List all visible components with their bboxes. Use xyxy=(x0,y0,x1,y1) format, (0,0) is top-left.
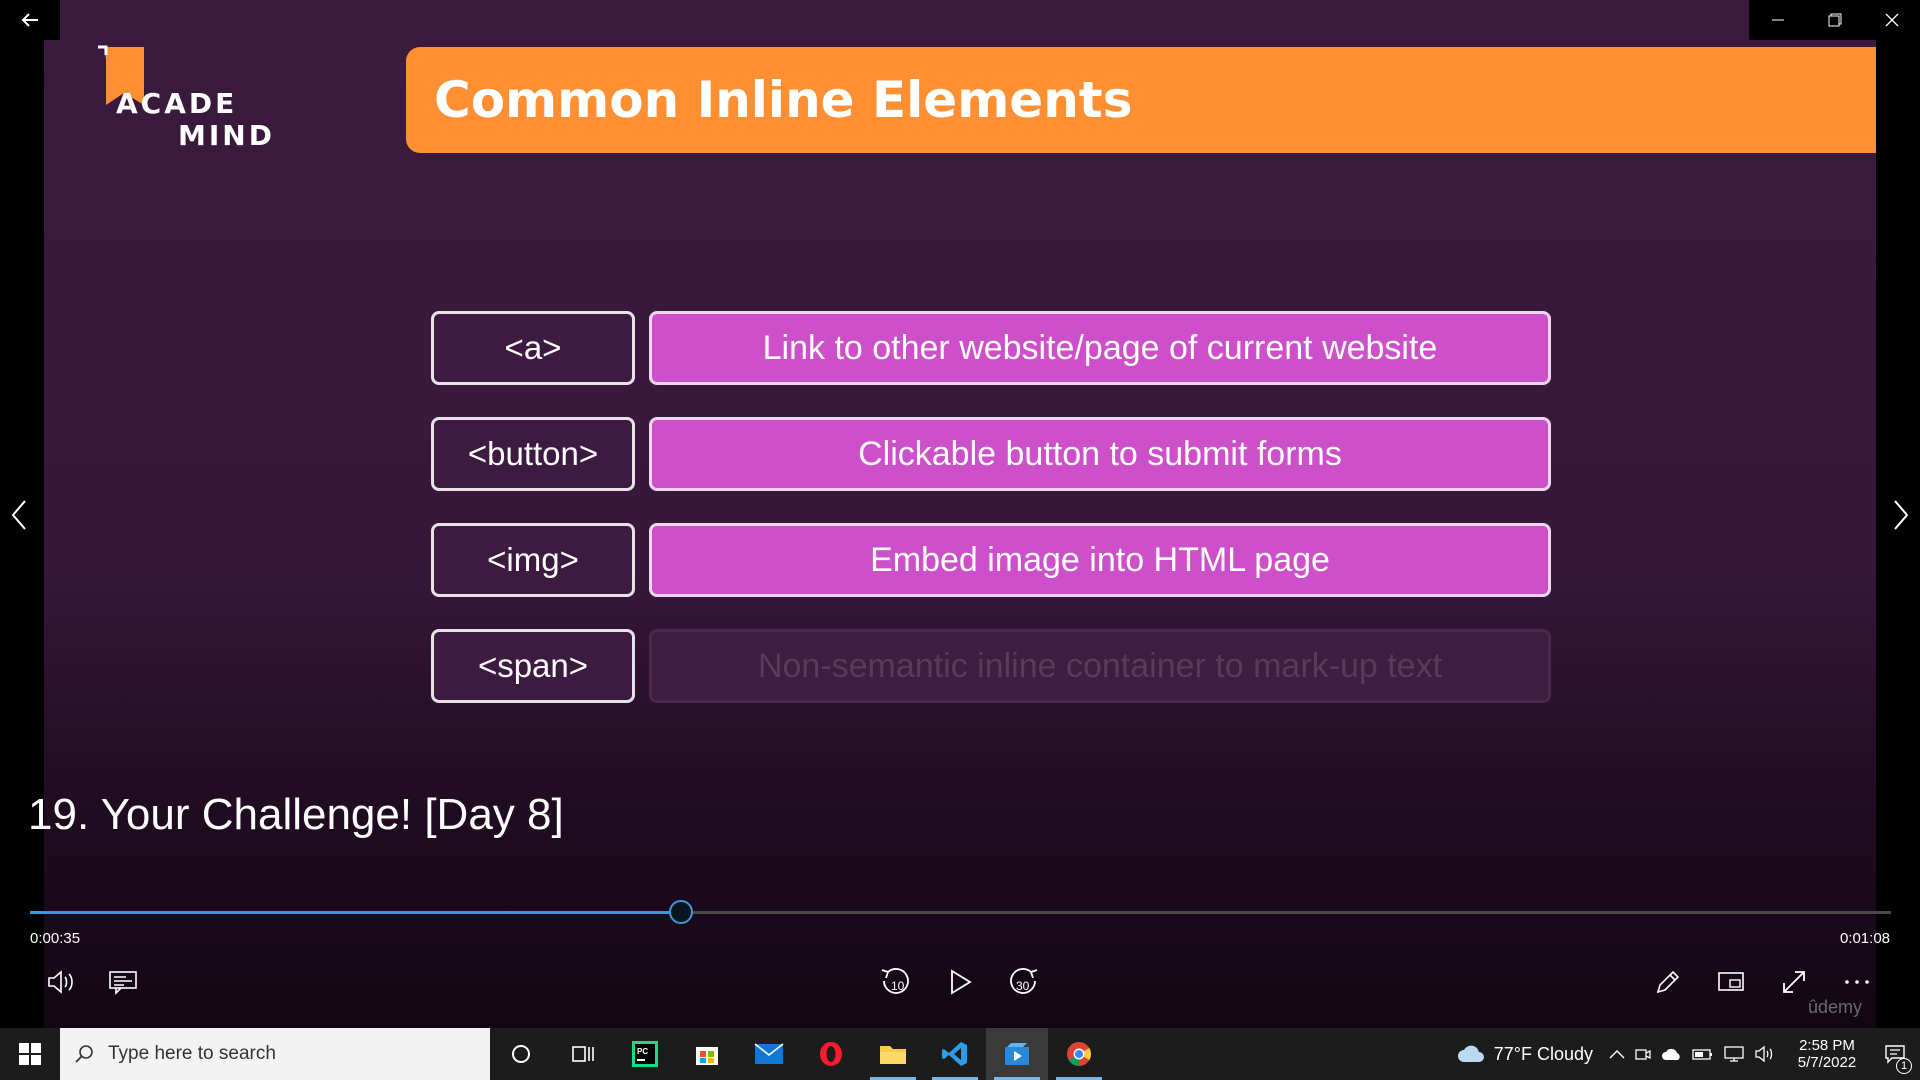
taskbar-app-store[interactable] xyxy=(676,1028,738,1080)
back-arrow-icon xyxy=(21,13,38,27)
taskbar-app-pycharm[interactable]: PC xyxy=(614,1028,676,1080)
minimize-icon xyxy=(1771,19,1784,21)
element-table: <a> Link to other website/page of curren… xyxy=(431,311,1551,735)
store-icon xyxy=(696,1047,718,1065)
logo-text-line2: MIND xyxy=(178,119,275,152)
volume-tray-icon[interactable] xyxy=(1754,1045,1774,1063)
close-icon xyxy=(1885,13,1898,27)
taskbar-app-movies-tv[interactable] xyxy=(986,1028,1048,1080)
previous-video-button[interactable] xyxy=(4,495,34,535)
opera-icon xyxy=(820,1042,842,1066)
more-dots-icon xyxy=(1845,980,1869,984)
captions-button[interactable] xyxy=(101,960,145,1004)
search-icon xyxy=(75,1045,93,1063)
taskbar-app-opera[interactable] xyxy=(800,1028,862,1080)
start-button[interactable] xyxy=(0,1028,60,1080)
clock-time: 2:58 PM xyxy=(1799,1037,1855,1054)
chevron-right-icon xyxy=(1894,500,1909,530)
logo-text-line1: ACADE xyxy=(116,87,238,120)
task-view-button[interactable] xyxy=(552,1028,614,1080)
vscode-icon xyxy=(942,1042,967,1066)
chrome-icon xyxy=(1067,1042,1091,1066)
weather-text: 77°F Cloudy xyxy=(1493,1043,1593,1064)
mini-view-button[interactable] xyxy=(1709,960,1753,1004)
chevron-left-icon xyxy=(11,500,26,530)
windows-taskbar: Type here to search PC 77°F Cloudy 2:58 … xyxy=(0,1028,1920,1080)
task-view-icon xyxy=(572,1046,594,1062)
cortana-button[interactable] xyxy=(490,1028,552,1080)
taskbar-app-vscode[interactable] xyxy=(924,1028,986,1080)
weather-widget[interactable]: 77°F Cloudy xyxy=(1456,1044,1593,1065)
movies-tv-icon xyxy=(1005,1043,1029,1065)
mini-view-icon xyxy=(1718,972,1744,991)
skip-forward-icon: 30 xyxy=(1010,968,1038,994)
close-button[interactable] xyxy=(1863,0,1920,40)
cloud-icon xyxy=(1457,1045,1484,1062)
skip-back-seconds: 10 xyxy=(891,979,905,993)
tag-description: Clickable button to submit forms xyxy=(649,417,1551,491)
play-button[interactable] xyxy=(938,960,982,1004)
total-time: 0:01:08 xyxy=(1839,930,1890,947)
taskbar-search-box[interactable]: Type here to search xyxy=(60,1028,490,1080)
element-row: <button> Clickable button to submit form… xyxy=(431,417,1551,491)
slide-title: Common Inline Elements xyxy=(434,71,1133,129)
tag-label: <a> xyxy=(431,311,635,385)
meet-now-icon[interactable] xyxy=(1634,1045,1652,1063)
onedrive-icon[interactable] xyxy=(1661,1047,1683,1061)
captions-icon xyxy=(109,971,137,995)
network-icon[interactable] xyxy=(1723,1045,1745,1063)
taskbar-app-mail[interactable] xyxy=(738,1028,800,1080)
skip-forward-seconds: 30 xyxy=(1016,979,1030,993)
next-video-button[interactable] xyxy=(1886,495,1916,535)
tag-description: Link to other website/page of current we… xyxy=(649,311,1551,385)
play-icon xyxy=(951,969,972,995)
mail-icon xyxy=(754,1043,784,1064)
elapsed-time: 0:00:35 xyxy=(30,930,81,947)
restore-icon xyxy=(1828,13,1841,27)
windows-logo-icon xyxy=(19,1043,41,1065)
video-frame[interactable]: ACADE MIND Common Inline Elements <a> Li… xyxy=(44,0,1876,1028)
window-controls xyxy=(1749,0,1920,40)
taskbar-clock[interactable]: 2:58 PM 5/7/2022 xyxy=(1784,1037,1870,1071)
tag-label: <img> xyxy=(431,523,635,597)
seek-bar-fill xyxy=(30,911,682,914)
tag-description: Non-semantic inline container to mark-up… xyxy=(649,629,1551,703)
academind-logo: ACADE MIND xyxy=(94,45,284,155)
skip-forward-button[interactable]: 30 xyxy=(1001,960,1045,1004)
element-row: <img> Embed image into HTML page xyxy=(431,523,1551,597)
cortana-circle-icon xyxy=(512,1045,530,1063)
action-center-button[interactable]: 1 xyxy=(1870,1028,1920,1080)
svg-text:PC: PC xyxy=(637,1047,648,1056)
element-row: <span> Non-semantic inline container to … xyxy=(431,629,1551,703)
taskbar-app-file-explorer[interactable] xyxy=(862,1028,924,1080)
notification-count-badge: 1 xyxy=(1896,1058,1912,1074)
speaker-icon xyxy=(48,970,73,994)
volume-button[interactable] xyxy=(39,960,83,1004)
folder-icon xyxy=(880,1046,906,1064)
video-title: 19. Your Challenge! [Day 8] xyxy=(28,790,564,839)
tag-label: <button> xyxy=(431,417,635,491)
expand-icon xyxy=(1783,971,1805,993)
restore-button[interactable] xyxy=(1806,0,1863,40)
udemy-watermark: ûdemy xyxy=(1807,997,1862,1017)
skip-back-button[interactable]: 10 xyxy=(874,960,918,1004)
seek-bar[interactable] xyxy=(30,900,1891,924)
annotate-button[interactable] xyxy=(1646,960,1690,1004)
minimize-button[interactable] xyxy=(1749,0,1806,40)
chevron-up-icon[interactable] xyxy=(1609,1049,1625,1059)
element-row: <a> Link to other website/page of curren… xyxy=(431,311,1551,385)
tag-description: Embed image into HTML page xyxy=(649,523,1551,597)
pycharm-icon: PC xyxy=(632,1041,658,1067)
back-button[interactable] xyxy=(0,0,60,40)
taskbar-app-chrome[interactable] xyxy=(1048,1028,1110,1080)
battery-icon[interactable] xyxy=(1692,1047,1714,1061)
pencil-icon xyxy=(1656,970,1680,994)
system-tray: 77°F Cloudy 2:58 PM 5/7/2022 1 xyxy=(1456,1028,1920,1080)
slide-title-bar: Common Inline Elements xyxy=(406,47,1876,153)
skip-back-icon: 10 xyxy=(881,968,909,994)
search-placeholder: Type here to search xyxy=(108,1043,276,1064)
tag-label: <span> xyxy=(431,629,635,703)
clock-date: 5/7/2022 xyxy=(1797,1054,1857,1071)
